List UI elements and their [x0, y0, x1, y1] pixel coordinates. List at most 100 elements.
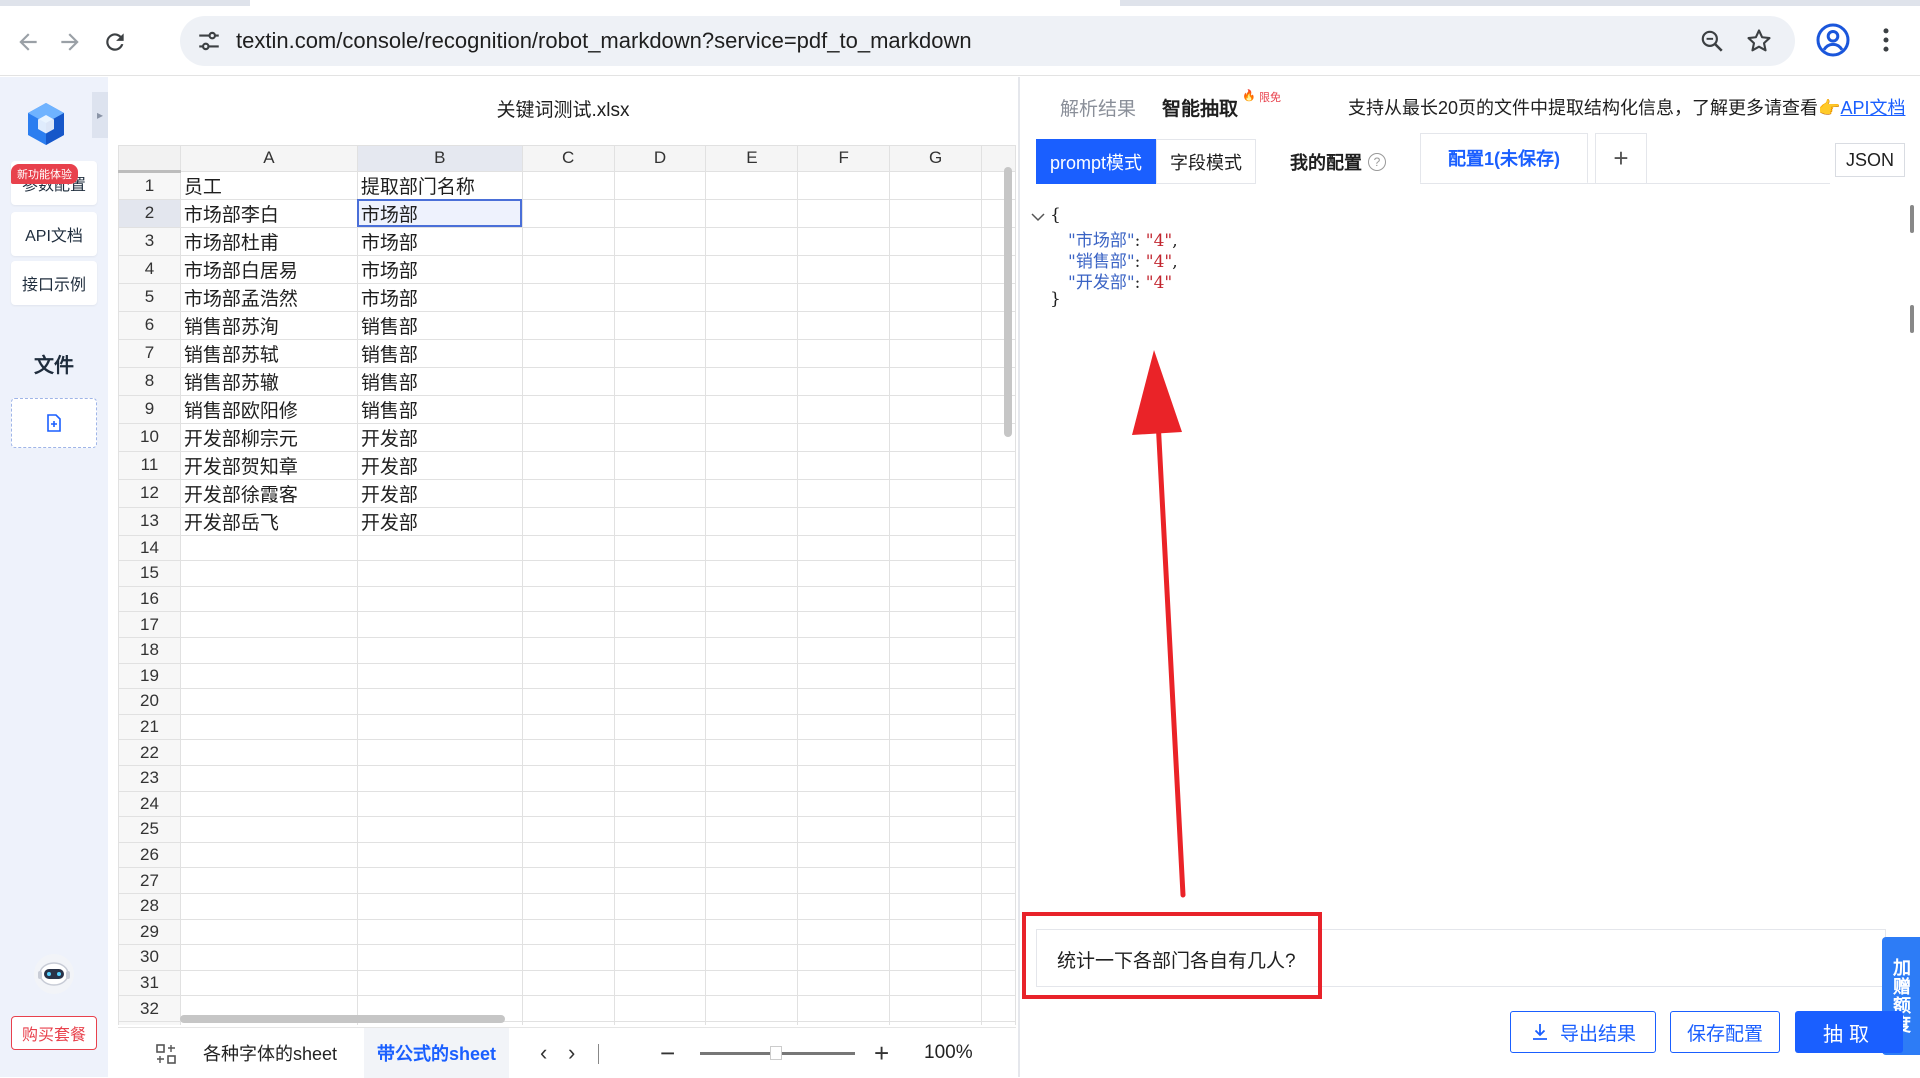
cell-a[interactable]	[179, 892, 358, 920]
cell-a[interactable]	[179, 560, 358, 587]
cell-empty[interactable]	[889, 534, 982, 562]
bookmark-star-icon[interactable]	[1745, 27, 1773, 55]
row-number[interactable]: 4	[118, 254, 181, 284]
cell-empty[interactable]	[613, 841, 707, 869]
cell-empty[interactable]	[613, 867, 707, 894]
cell-b[interactable]: 开发部	[356, 478, 523, 508]
cell-empty[interactable]	[981, 636, 1016, 664]
cell-empty[interactable]	[521, 560, 615, 587]
cell-empty[interactable]	[981, 892, 1016, 920]
cell-empty[interactable]	[613, 198, 707, 228]
cell-empty[interactable]	[705, 892, 799, 920]
export-result-button[interactable]: 导出结果	[1510, 1011, 1656, 1053]
cell-empty[interactable]	[705, 995, 799, 1022]
cell-a[interactable]: 员工	[179, 170, 358, 200]
column-header[interactable]: F	[797, 145, 891, 172]
cell-empty[interactable]	[705, 918, 799, 946]
cell-empty[interactable]	[981, 944, 1016, 971]
cell-empty[interactable]	[705, 764, 799, 792]
cell-empty[interactable]	[797, 713, 891, 741]
row-number[interactable]: 22	[118, 739, 181, 766]
cell-empty[interactable]	[613, 944, 707, 971]
cell-a[interactable]	[179, 816, 358, 843]
cell-empty[interactable]	[889, 611, 982, 638]
cell-empty[interactable]	[521, 713, 615, 741]
row-number[interactable]: 26	[118, 841, 181, 869]
cell-a[interactable]: 销售部苏辙	[179, 366, 358, 396]
cell-empty[interactable]	[981, 867, 1016, 894]
cell-empty[interactable]	[981, 713, 1016, 741]
cell-empty[interactable]	[705, 282, 799, 312]
json-view-button[interactable]: JSON	[1835, 143, 1905, 177]
cell-a[interactable]	[179, 636, 358, 664]
cell-empty[interactable]	[797, 585, 891, 613]
cell-empty[interactable]	[889, 366, 982, 396]
collapse-json-icon[interactable]	[1030, 209, 1046, 225]
cell-empty[interactable]	[889, 282, 982, 312]
cell-empty[interactable]	[889, 394, 982, 424]
cell-empty[interactable]	[613, 790, 707, 818]
zoom-in-icon[interactable]: +	[874, 1038, 889, 1069]
cell-empty[interactable]	[705, 198, 799, 228]
cell-empty[interactable]	[981, 560, 1016, 587]
cell-empty[interactable]	[797, 560, 891, 587]
cell-empty[interactable]	[705, 1020, 799, 1025]
cell-empty[interactable]	[889, 944, 982, 971]
row-number[interactable]: 21	[118, 713, 181, 741]
cell-empty[interactable]	[613, 611, 707, 638]
row-number[interactable]: 18	[118, 636, 181, 664]
cell-empty[interactable]	[521, 969, 615, 997]
forward-button[interactable]	[50, 22, 90, 62]
cell-empty[interactable]	[521, 688, 615, 715]
horizontal-scrollbar[interactable]	[180, 1015, 505, 1023]
vertical-scrollbar[interactable]	[1004, 167, 1012, 437]
cell-empty[interactable]	[521, 790, 615, 818]
cell-empty[interactable]	[705, 739, 799, 766]
cell-empty[interactable]	[705, 338, 799, 368]
field-mode-button[interactable]: 字段模式	[1156, 139, 1256, 184]
row-number[interactable]: 33	[118, 1020, 181, 1025]
cell-empty[interactable]	[521, 226, 615, 256]
row-number[interactable]: 24	[118, 790, 181, 818]
cell-empty[interactable]	[797, 739, 891, 766]
cell-b[interactable]	[356, 816, 523, 843]
cell-empty[interactable]	[613, 713, 707, 741]
cell-empty[interactable]	[981, 450, 1016, 480]
profile-icon[interactable]	[1815, 22, 1851, 58]
cell-empty[interactable]	[705, 534, 799, 562]
row-number[interactable]: 28	[118, 892, 181, 920]
row-number[interactable]: 31	[118, 969, 181, 997]
cell-empty[interactable]	[981, 585, 1016, 613]
cell-empty[interactable]	[521, 170, 615, 200]
cell-empty[interactable]	[981, 611, 1016, 638]
row-number[interactable]: 29	[118, 918, 181, 946]
cell-a[interactable]	[179, 611, 358, 638]
cell-empty[interactable]	[613, 226, 707, 256]
cell-a[interactable]: 开发部贺知章	[179, 450, 358, 480]
cell-empty[interactable]	[981, 918, 1016, 946]
cell-empty[interactable]	[797, 478, 891, 508]
cell-empty[interactable]	[889, 422, 982, 452]
cell-empty[interactable]	[981, 662, 1016, 690]
row-number[interactable]: 1	[118, 170, 181, 200]
cell-a[interactable]: 市场部孟浩然	[179, 282, 358, 312]
cell-empty[interactable]	[797, 918, 891, 946]
cell-empty[interactable]	[521, 892, 615, 920]
cell-empty[interactable]	[521, 611, 615, 638]
cell-b[interactable]	[356, 611, 523, 638]
cell-empty[interactable]	[797, 995, 891, 1022]
cell-empty[interactable]	[521, 422, 615, 452]
cell-empty[interactable]	[705, 816, 799, 843]
selected-cell[interactable]: 市场部	[356, 198, 523, 228]
prompt-mode-button[interactable]: prompt模式	[1036, 139, 1156, 184]
cell-empty[interactable]	[521, 636, 615, 664]
row-number[interactable]: 13	[118, 506, 181, 536]
cell-empty[interactable]	[521, 918, 615, 946]
site-settings-icon[interactable]	[196, 28, 222, 54]
cell-empty[interactable]	[981, 688, 1016, 715]
cell-empty[interactable]	[705, 310, 799, 340]
cell-empty[interactable]	[889, 764, 982, 792]
cell-empty[interactable]	[613, 560, 707, 587]
row-number[interactable]: 2	[118, 198, 181, 228]
cell-empty[interactable]	[521, 739, 615, 766]
